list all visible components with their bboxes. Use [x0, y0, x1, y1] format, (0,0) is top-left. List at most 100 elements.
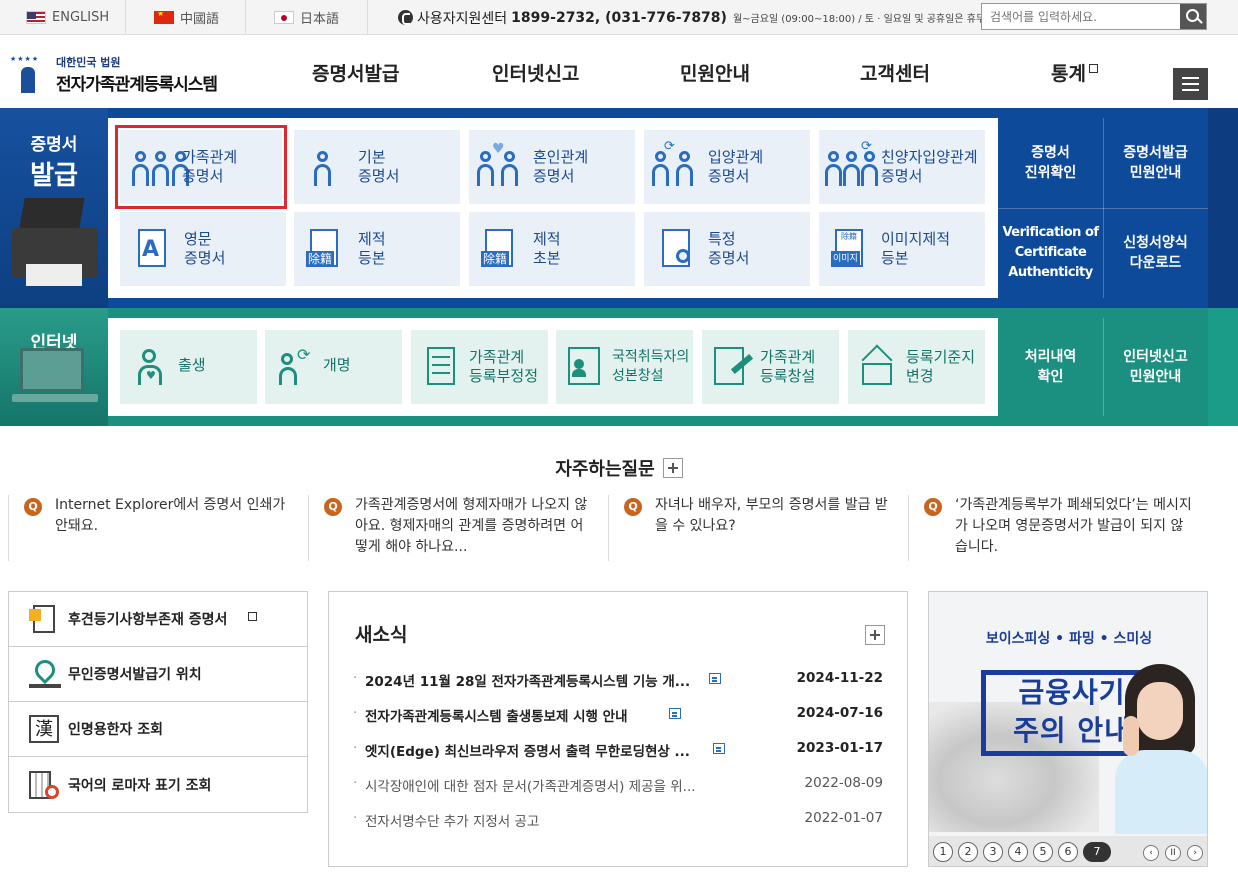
card-label: 출생: [178, 356, 206, 374]
logo-title: 전자가족관계등록시스템: [56, 75, 218, 95]
card-label: 등록기준지 변경: [906, 348, 976, 385]
lang-chinese-link[interactable]: 中國語: [126, 0, 246, 35]
lang-label: 中國語: [180, 12, 220, 27]
card-base-address-change[interactable]: 등록기준지 변경: [848, 330, 985, 404]
card-rename-report[interactable]: ⟳ 개명: [265, 330, 402, 404]
lang-english-link[interactable]: ENGLISH: [0, 0, 126, 35]
panel-title: 증명서 발급: [30, 135, 78, 191]
banner-page-5[interactable]: 5: [1033, 842, 1053, 862]
quick-link-kiosk-location[interactable]: 무인증명서발급기 위치: [9, 647, 307, 702]
form-download-link[interactable]: 신청서양식 다운로드: [1103, 208, 1208, 298]
nav-customer-center[interactable]: 고객센터: [860, 36, 930, 108]
card-image-removed-register[interactable]: 除籍 이미지 이미지제적 등본: [819, 212, 985, 286]
fraud-warning-banner[interactable]: 보이스피싱 • 파밍 • 스미싱 금융사기 주의 안내 1 2 3 4 5 6 …: [928, 591, 1208, 867]
question-icon: Q: [624, 498, 642, 516]
china-flag-icon: [154, 11, 174, 24]
building-pin-icon: [29, 769, 59, 801]
news-item[interactable]: · 전자가족관계등록시스템 출생통보제 시행 안내 2024-07-16: [353, 705, 883, 725]
cert-civil-guide-link[interactable]: 증명서발급 민원안내: [1103, 118, 1208, 208]
faq-item[interactable]: Q 자녀나 배우자, 부모의 증명서를 발급 받을 수 있나요?: [608, 495, 908, 561]
banner-pause-button[interactable]: II: [1165, 845, 1181, 861]
banner-page-4[interactable]: 4: [1008, 842, 1028, 862]
news-item[interactable]: · 시각장애인에 대한 점자 문서(가족관계증명서) 제공을 위... 2022-…: [353, 775, 883, 795]
full-adoption-icon: ⟳: [825, 139, 881, 187]
house-icon: [858, 344, 898, 387]
report-history-link[interactable]: 처리내역 확인: [998, 318, 1103, 416]
news-item[interactable]: · 엣지(Edge) 최신브라우저 증명서 출력 무한로딩현상 ... 2023-…: [353, 740, 883, 760]
card-birth-report[interactable]: ♥ 출생: [120, 330, 257, 404]
question-icon: Q: [924, 498, 942, 516]
card-label: 영문 증명서: [184, 230, 226, 267]
hanja-book-icon: 漢: [29, 713, 59, 745]
removed-register-icon: 除籍: [306, 229, 340, 269]
card-family-relation-cert[interactable]: 가족관계 증명서: [115, 125, 287, 209]
news-item[interactable]: · 전자서명수단 추가 지정서 공고 2022-01-07: [353, 810, 883, 830]
site-logo[interactable]: ★★★★ 대한민국 법원 전자가족관계등록시스템: [8, 54, 218, 96]
quick-links-box: 후견등기사항부존재 증명서 무인증명서발급기 위치 漢 인명용한자 조회 국어의…: [8, 591, 308, 813]
cert-verify-link[interactable]: 증명서 진위확인: [998, 118, 1103, 208]
support-hours: 월~금요일 (09:00~18:00) / 토 · 일요일 및 공휴일은 휴무: [732, 14, 986, 25]
card-label: 특정 증명서: [708, 230, 750, 267]
banner-prev-button[interactable]: ‹: [1143, 845, 1159, 861]
site-header: ★★★★ 대한민국 법원 전자가족관계등록시스템 증명서발급 인터넷신고 민원안…: [0, 36, 1238, 108]
banner-page-3[interactable]: 3: [983, 842, 1003, 862]
card-label: 국적취득자의 성본창설: [612, 349, 690, 384]
card-label: 기본 증명서: [358, 148, 400, 185]
faq-item[interactable]: Q ‘가족관계등록부가 폐쇄되었다’는 메시지가 나오며 영문증명서가 발급이 …: [908, 495, 1208, 561]
removed-abstract-icon: 除籍: [481, 229, 515, 269]
card-removed-register-abstract[interactable]: 除籍 제적 초본: [469, 212, 635, 286]
support-phone-numbers: 1899-2732, (031-776-7878): [511, 9, 727, 26]
nav-internet-report[interactable]: 인터넷신고: [492, 36, 579, 108]
card-register-correction[interactable]: 가족관계 등록부정정: [411, 330, 548, 404]
card-label: 친양자입양관계 증명서: [881, 148, 978, 185]
lang-label: 日本語: [300, 12, 340, 27]
family-icon: [132, 147, 189, 187]
banner-page-7[interactable]: 7: [1083, 842, 1111, 862]
lang-japanese-link[interactable]: 日本語: [246, 0, 368, 35]
nav-civil-guide[interactable]: 민원안내: [680, 36, 750, 108]
news-item[interactable]: · 2024년 11월 28일 전자가족관계등록시스템 기능 개... 2024-…: [353, 670, 883, 690]
banner-page-6[interactable]: 6: [1058, 842, 1078, 862]
id-card-icon: [566, 347, 606, 387]
card-naturalized-surname[interactable]: 국적취득자의 성본창설: [556, 330, 693, 404]
card-adoption-cert[interactable]: ⟳ 입양관계 증명서: [644, 130, 810, 204]
card-label: 개명: [323, 356, 351, 374]
nav-certificate[interactable]: 증명서발급: [312, 36, 399, 108]
nav-statistics[interactable]: 통계: [1051, 36, 1098, 108]
card-basic-cert[interactable]: 기본 증명서: [294, 130, 460, 204]
doc-pen-icon: [712, 347, 754, 387]
banner-page-2[interactable]: 2: [958, 842, 978, 862]
new-post-icon: [669, 708, 681, 719]
card-full-adoption-cert[interactable]: ⟳ 친양자입양관계 증명서: [819, 130, 985, 204]
faq-item[interactable]: Q Internet Explorer에서 증명서 인쇄가 안돼요.: [8, 495, 308, 561]
card-english-cert[interactable]: A 영문 증명서: [120, 212, 286, 286]
banner-page-1[interactable]: 1: [933, 842, 953, 862]
news-more-button[interactable]: [865, 625, 885, 645]
faq-more-button[interactable]: [662, 458, 683, 478]
card-marriage-cert[interactable]: ♥ 혼인관계 증명서: [469, 130, 635, 204]
quick-link-hanja-lookup[interactable]: 漢 인명용한자 조회: [9, 702, 307, 757]
search-icon[interactable]: [1180, 4, 1206, 29]
card-specific-cert[interactable]: 특정 증명서: [644, 212, 810, 286]
quick-link-guardianship-cert[interactable]: 후견등기사항부존재 증명서: [9, 592, 307, 647]
quick-link-romanization-lookup[interactable]: 국어의 로마자 표기 조회: [9, 757, 307, 812]
card-removed-register-copy[interactable]: 除籍 제적 등본: [294, 212, 460, 286]
search-input[interactable]: [982, 4, 1180, 29]
internet-report-panel: 인터넷 신고 ♥ 출생 ⟳ 개명 가족관계 등록부정정 국적취득자: [0, 308, 1238, 426]
cert-verification-english-link[interactable]: Verification of Certificate Authenticity: [998, 208, 1103, 298]
english-doc-icon: A: [134, 229, 168, 269]
report-civil-guide-link[interactable]: 인터넷신고 민원안내: [1103, 318, 1208, 416]
birth-icon: ♥: [136, 347, 176, 387]
card-label: 가족관계 등록창설: [760, 348, 816, 385]
court-emblem-icon: ★★★★: [8, 55, 48, 95]
news-title: 새소식: [355, 624, 408, 646]
hamburger-menu-button[interactable]: [1173, 68, 1208, 100]
faq-item[interactable]: Q 가족관계증명서에 형제자매가 나오지 않아요. 형제자매의 관계를 증명하려…: [308, 495, 608, 561]
us-flag-icon: [26, 11, 46, 24]
card-label: 가족관계 등록부정정: [469, 348, 539, 385]
question-icon: Q: [324, 498, 342, 516]
banner-next-button[interactable]: ›: [1187, 845, 1203, 861]
news-box: 새소식 · 2024년 11월 28일 전자가족관계등록시스템 기능 개... 2…: [328, 591, 908, 867]
card-label: 제적 초본: [533, 230, 561, 267]
card-register-creation[interactable]: 가족관계 등록창설: [702, 330, 839, 404]
